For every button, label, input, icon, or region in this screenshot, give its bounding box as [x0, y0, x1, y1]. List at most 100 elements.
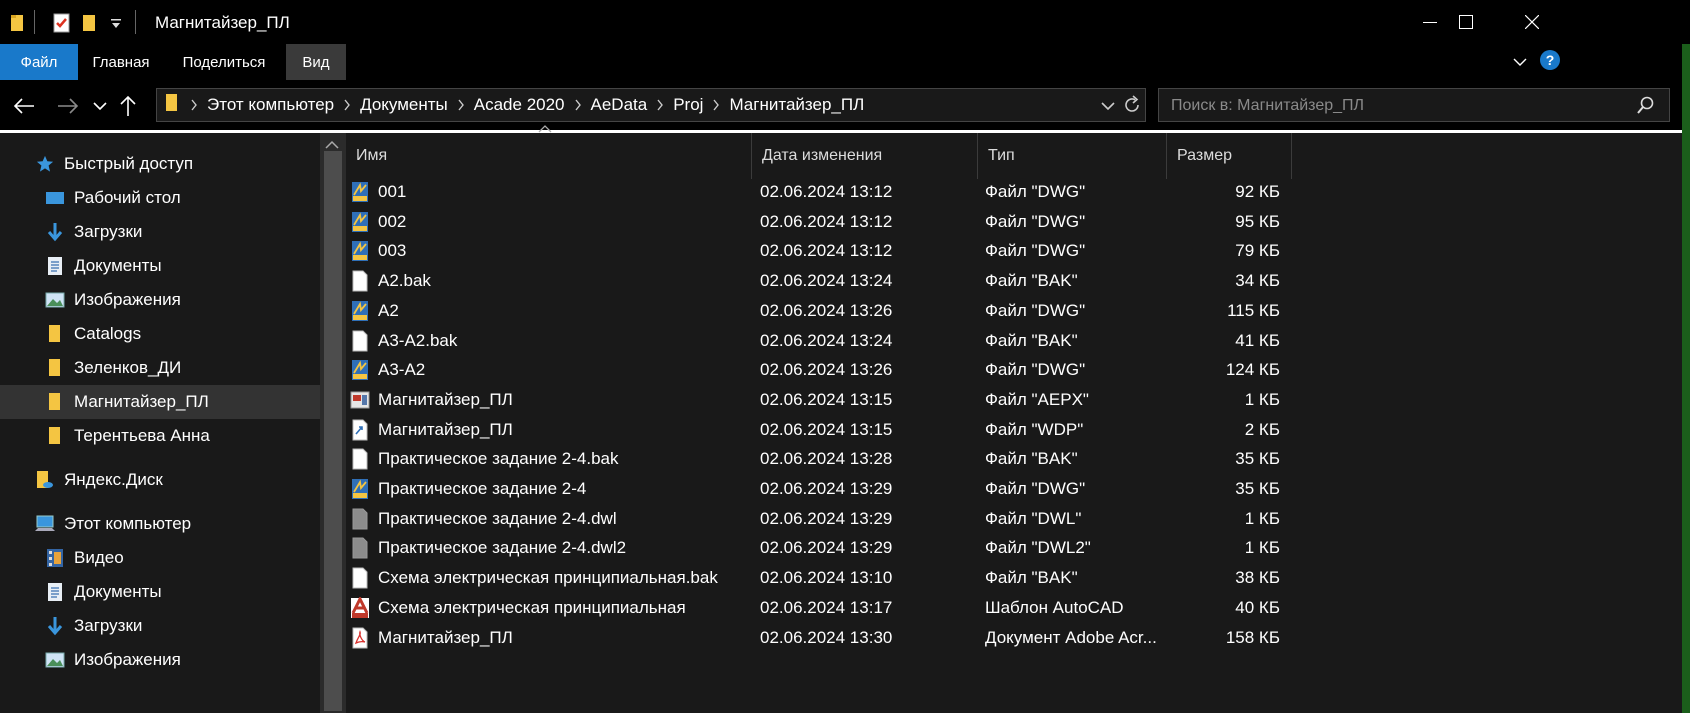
nav-item-zelenkov[interactable]: Зеленков_ДИ — [0, 351, 320, 385]
nav-item-yandex-disk[interactable]: Яндекс.Диск — [0, 463, 320, 497]
nav-item-video[interactable]: Видео — [0, 541, 320, 575]
table-row[interactable]: 001 02.06.2024 13:12 Файл "DWG" 92 КБ — [350, 176, 1290, 208]
tab-share[interactable]: Поделиться — [168, 44, 280, 80]
table-row[interactable]: 003 02.06.2024 13:12 Файл "DWG" 79 КБ — [350, 235, 1290, 267]
nav-item-documents[interactable]: Документы — [0, 249, 320, 283]
breadcrumb-item[interactable]: Документы — [356, 95, 452, 115]
expand-ribbon-icon[interactable] — [1512, 54, 1528, 75]
file-name: 001 — [378, 182, 407, 201]
forward-button[interactable] — [54, 92, 82, 120]
column-header-size[interactable]: Размер — [1167, 133, 1292, 179]
table-row[interactable]: A2.bak 02.06.2024 13:24 Файл "BAK" 34 КБ — [350, 265, 1290, 297]
nav-item-label: Яндекс.Диск — [64, 470, 163, 489]
nav-item-this-pc[interactable]: Этот компьютер — [0, 507, 320, 541]
nav-item-magnetizer[interactable]: Магнитайзер_ПЛ — [0, 385, 320, 419]
new-folder-icon[interactable] — [82, 11, 98, 35]
table-row[interactable]: Магнитайзер_ПЛ 02.06.2024 13:15 Файл "WDP"… — [350, 414, 1290, 446]
close-icon — [1525, 15, 1539, 29]
file-name: Магнитайзер_ПЛ — [378, 627, 513, 647]
table-row[interactable]: Практическое задание 2-4.dwl 02.06.2024 1… — [350, 503, 1290, 535]
table-row[interactable]: Практическое задание 2-4.bak 02.06.2024 1… — [350, 443, 1290, 475]
tab-view[interactable]: Вид — [286, 44, 346, 80]
column-header-date[interactable]: Дата изменения — [752, 133, 978, 179]
customize-toolbar-icon[interactable] — [110, 11, 122, 35]
file-size: 34 КБ — [1235, 271, 1280, 291]
breadcrumb-item[interactable]: Магнитайзер_ПЛ — [725, 95, 868, 115]
table-row[interactable]: Магнитайзер_ПЛ 02.06.2024 13:30 Документ A… — [350, 622, 1290, 654]
nav-item-label: Терентьева Анна — [74, 426, 210, 445]
aepx-icon — [350, 389, 370, 411]
file-date: 02.06.2024 13:28 — [760, 449, 893, 469]
file-size: 2 КБ — [1244, 419, 1280, 439]
nav-item-terentyeva[interactable]: Терентьева Анна — [0, 419, 320, 453]
nav-item-label: Этот компьютер — [64, 514, 192, 533]
file-type: Файл "BAK" — [985, 449, 1078, 469]
file-type: Файл "DWG" — [985, 182, 1086, 201]
table-row[interactable]: Практическое задание 2-4.dwl2 02.06.2024 … — [350, 532, 1290, 564]
file-name: Магнитайзер_ПЛ — [378, 419, 513, 439]
properties-icon[interactable] — [52, 11, 72, 35]
chevron-right-icon[interactable] — [707, 99, 725, 111]
refresh-icon[interactable] — [1123, 95, 1141, 120]
breadcrumb-item[interactable]: Этот компьютер — [203, 95, 338, 115]
help-icon[interactable]: ? — [1540, 50, 1560, 70]
table-row[interactable]: Магнитайзер_ПЛ 02.06.2024 13:15 Файл "AEPX… — [350, 384, 1290, 416]
nav-item-downloads-pc[interactable]: Загрузки — [0, 609, 320, 643]
file-name-cell: Схема электрическая принципиальная — [350, 592, 750, 624]
navigation-scrollbar[interactable] — [320, 133, 346, 713]
tab-home[interactable]: Главная — [80, 44, 162, 80]
scroll-thumb[interactable] — [324, 151, 342, 711]
search-icon[interactable] — [1637, 96, 1655, 119]
file-name-cell: Практическое задание 2-4.dwl2 — [350, 532, 750, 564]
file-name: 002 — [378, 211, 407, 231]
nav-item-quick-access[interactable]: Быстрый доступ — [0, 147, 320, 181]
breadcrumb-item[interactable]: Proj — [669, 95, 707, 115]
chevron-right-icon[interactable] — [452, 99, 470, 111]
download-icon — [44, 221, 66, 243]
maximize-button[interactable] — [1432, 0, 1500, 44]
chevron-right-icon[interactable] — [651, 99, 669, 111]
tab-file[interactable]: Файл — [0, 44, 78, 80]
nav-item-pictures[interactable]: Изображения — [0, 283, 320, 317]
table-row[interactable]: 002 02.06.2024 13:12 Файл "DWG" 95 КБ — [350, 206, 1290, 238]
column-header-name[interactable]: Имя — [346, 133, 752, 179]
title-bar: Магнитайзер_ПЛ — [0, 0, 1690, 44]
nav-item-label: Рабочий стол — [74, 188, 181, 207]
table-row[interactable]: A3-A2 02.06.2024 13:26 Файл "DWG" 124 КБ — [350, 354, 1290, 386]
file-date: 02.06.2024 13:15 — [760, 389, 893, 409]
file-type: Файл "BAK" — [985, 271, 1078, 291]
nav-item-label: Изображения — [74, 650, 181, 669]
nav-item-documents-pc[interactable]: Документы — [0, 575, 320, 609]
table-row[interactable]: A2 02.06.2024 13:26 Файл "DWG" 115 КБ — [350, 295, 1290, 327]
search-input[interactable] — [1169, 94, 1613, 118]
table-row[interactable]: Схема электрическая принципиальная 02.06.… — [350, 592, 1290, 624]
blank-file-icon — [350, 567, 370, 589]
column-header-type[interactable]: Тип — [978, 133, 1167, 179]
back-button[interactable] — [10, 92, 38, 120]
nav-item-catalogs[interactable]: Catalogs — [0, 317, 320, 351]
recent-locations-button[interactable] — [86, 92, 114, 120]
chevron-right-icon[interactable] — [338, 99, 356, 111]
nav-item-desktop[interactable]: Рабочий стол — [0, 181, 320, 215]
address-history-chevron-icon[interactable] — [1101, 98, 1115, 116]
file-date: 02.06.2024 13:29 — [760, 508, 893, 528]
file-name-cell: A2 — [350, 295, 750, 327]
breadcrumb-item[interactable]: AeData — [587, 95, 652, 115]
breadcrumb-item[interactable]: Acade 2020 — [470, 95, 569, 115]
nav-item-downloads[interactable]: Загрузки — [0, 215, 320, 249]
file-date: 02.06.2024 13:24 — [760, 271, 893, 291]
table-row[interactable]: A3-A2.bak 02.06.2024 13:24 Файл "BAK" 41 КБ — [350, 325, 1290, 357]
file-name-cell: Практическое задание 2-4 — [350, 473, 750, 505]
address-bar[interactable]: Этот компьютер Документы Acade 2020 AeDa… — [156, 88, 1146, 122]
file-name: Магнитайзер_ПЛ — [378, 389, 513, 409]
close-button[interactable] — [1498, 0, 1566, 44]
file-name: Практическое задание 2-4.bak — [378, 449, 619, 469]
table-row[interactable]: Практическое задание 2-4 02.06.2024 13:29… — [350, 473, 1290, 505]
chevron-right-icon[interactable] — [569, 99, 587, 111]
nav-item-pictures-pc[interactable]: Изображения — [0, 643, 320, 677]
table-row[interactable]: Схема электрическая принципиальная.bak 02… — [350, 562, 1290, 594]
up-button[interactable] — [114, 92, 142, 120]
quick-access-folder-icon[interactable] — [10, 11, 26, 35]
chevron-right-icon[interactable] — [185, 99, 203, 111]
nav-item-label: Документы — [74, 582, 162, 601]
